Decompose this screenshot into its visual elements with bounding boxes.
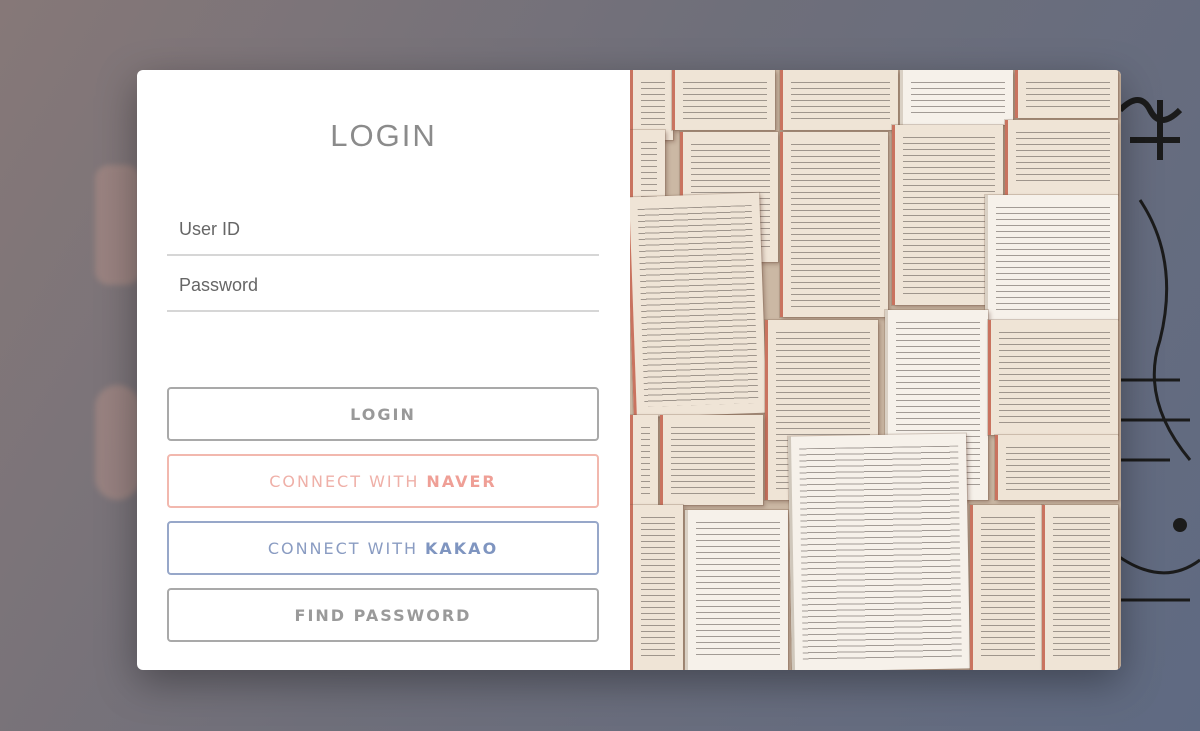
book-page (900, 70, 1013, 125)
book-page (780, 70, 898, 130)
login-card: LOGIN LOGIN CONNECT WITH NAVER CONNECT W… (137, 70, 1121, 670)
book-page (685, 510, 788, 670)
login-panel: LOGIN LOGIN CONNECT WITH NAVER CONNECT W… (137, 70, 630, 670)
login-button[interactable]: LOGIN (167, 387, 599, 441)
book-page (630, 415, 658, 505)
book-page (988, 320, 1118, 435)
login-button-label: LOGIN (350, 404, 416, 424)
book-page (995, 435, 1118, 500)
book-page (630, 192, 767, 418)
book-page (787, 433, 971, 670)
kakao-brand-label: KAKAO (425, 538, 499, 558)
user-id-input[interactable] (167, 204, 599, 254)
naver-button-prefix: CONNECT WITH (269, 471, 420, 491)
book-page (1015, 70, 1118, 118)
book-page (1005, 120, 1118, 195)
book-page (985, 195, 1118, 320)
find-password-label: FIND PASSWORD (294, 605, 472, 625)
find-password-button[interactable]: FIND PASSWORD (167, 588, 599, 642)
connect-kakao-button[interactable]: CONNECT WITH KAKAO (167, 521, 599, 575)
book-page (660, 415, 763, 505)
book-page (970, 505, 1043, 670)
password-field (167, 260, 599, 312)
kakao-button-prefix: CONNECT WITH (267, 538, 418, 558)
book-page (630, 505, 683, 670)
background-doodle (1109, 80, 1200, 640)
book-page (672, 70, 775, 130)
user-id-field (167, 204, 599, 256)
password-input[interactable] (167, 260, 599, 310)
page-title: LOGIN (330, 118, 437, 153)
naver-brand-label: NAVER (426, 471, 497, 491)
background-blur-shape (95, 165, 140, 285)
background-blur-shape (95, 385, 140, 500)
book-page (1042, 505, 1118, 670)
connect-naver-button[interactable]: CONNECT WITH NAVER (167, 454, 599, 508)
books-photo (630, 70, 1121, 670)
book-page (780, 132, 888, 317)
